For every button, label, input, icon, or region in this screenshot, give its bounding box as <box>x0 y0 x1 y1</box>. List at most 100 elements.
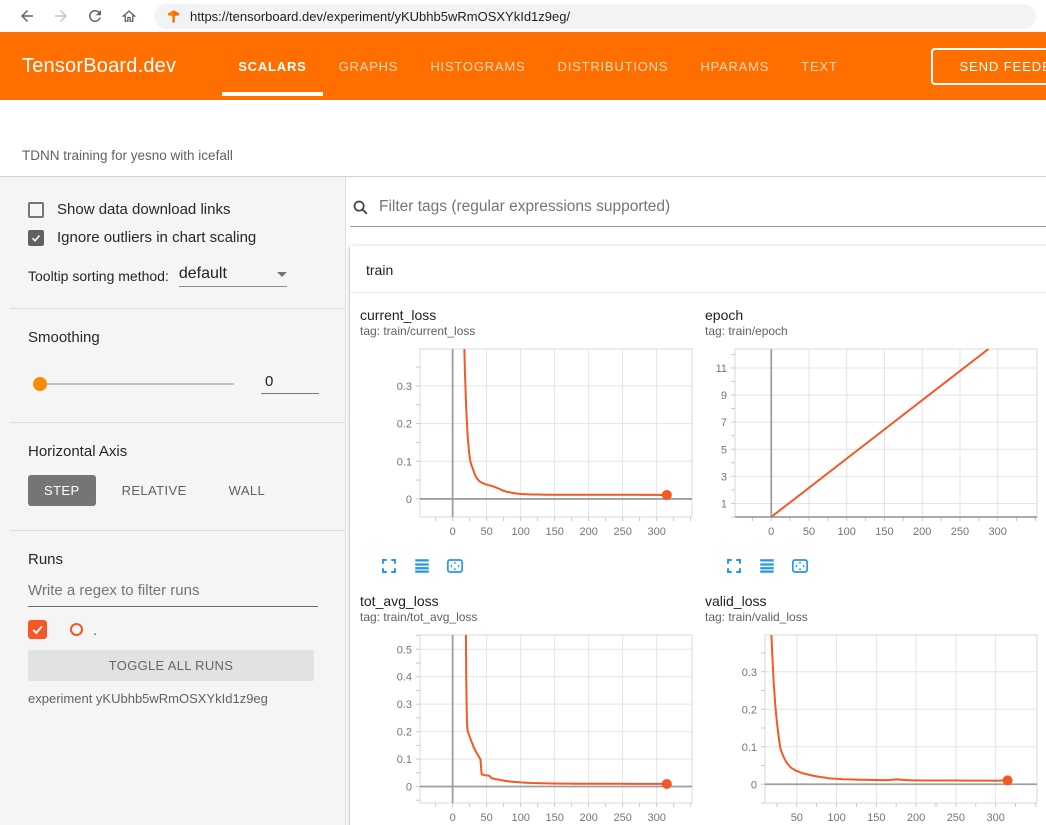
svg-text:100: 100 <box>838 526 856 538</box>
svg-text:50: 50 <box>803 526 815 538</box>
svg-text:300: 300 <box>989 526 1007 538</box>
svg-text:250: 250 <box>947 812 965 824</box>
svg-text:0.3: 0.3 <box>397 381 412 393</box>
chart-card: current_losstag: train/current_loss00.10… <box>356 307 696 577</box>
filter-tags-row[interactable]: Filter tags (regular expressions support… <box>350 177 1046 227</box>
expand-icon[interactable] <box>380 557 398 575</box>
run-row[interactable]: . <box>0 620 345 639</box>
show-download-links-checkbox[interactable] <box>28 202 44 218</box>
tab-graphs[interactable]: GRAPHS <box>323 32 415 100</box>
svg-text:9: 9 <box>721 390 727 402</box>
send-feedback-button[interactable]: SEND FEEDBACK <box>931 48 1046 85</box>
experiment-title-bar: TDNN training for yesno with icefall <box>0 100 1046 177</box>
wall-button[interactable]: WALL <box>213 475 282 506</box>
horizontal-axis-label: Horizontal Axis <box>0 443 345 460</box>
line-chart[interactable]: 00.10.20.350100150200250300 <box>701 629 1041 825</box>
tooltip-sorting-label: Tooltip sorting method: <box>28 268 169 284</box>
svg-text:0.3: 0.3 <box>397 699 412 711</box>
tab-distributions[interactable]: DISTRIBUTIONS <box>542 32 685 100</box>
app-header: TensorBoard.dev SCALARS GRAPHS HISTOGRAM… <box>0 32 1046 100</box>
tab-bar: SCALARS GRAPHS HISTOGRAMS DISTRIBUTIONS … <box>222 32 853 100</box>
chart-tag: tag: train/tot_avg_loss <box>360 610 696 624</box>
svg-text:150: 150 <box>867 812 885 824</box>
svg-text:50: 50 <box>481 812 493 824</box>
tab-text[interactable]: TEXT <box>785 32 853 100</box>
charts-grid: current_losstag: train/current_loss00.10… <box>350 293 1046 825</box>
log-scale-icon[interactable] <box>758 557 776 575</box>
relative-button[interactable]: RELATIVE <box>106 475 203 506</box>
tooltip-sorting-row: Tooltip sorting method: default <box>0 265 345 287</box>
smoothing-slider[interactable] <box>34 383 234 385</box>
line-chart[interactable]: 1357911050100150200250300 <box>701 343 1041 547</box>
tooltip-sorting-dropdown[interactable]: default <box>179 265 287 287</box>
app-logo: TensorBoard.dev <box>22 55 176 78</box>
line-chart[interactable]: 00.10.20.3050100150200250300 <box>356 343 696 547</box>
chart-title: epoch <box>705 307 1041 323</box>
svg-text:50: 50 <box>481 526 493 538</box>
svg-text:0: 0 <box>751 779 757 791</box>
log-scale-icon[interactable] <box>413 557 431 575</box>
check-icon <box>30 232 42 244</box>
svg-text:300: 300 <box>986 812 1004 824</box>
svg-text:0: 0 <box>450 526 456 538</box>
smoothing-slider-thumb[interactable] <box>33 377 47 391</box>
divider <box>10 422 345 423</box>
ignore-outliers-row[interactable]: Ignore outliers in chart scaling <box>0 229 345 246</box>
experiment-caption: experiment yKUbhb5wRmOSXYkId1z9eg <box>0 691 345 706</box>
run-checkbox[interactable] <box>28 620 47 639</box>
runs-regex-input[interactable]: Write a regex to filter runs <box>28 582 318 607</box>
svg-text:200: 200 <box>579 526 597 538</box>
search-icon <box>352 199 369 216</box>
divider <box>10 530 345 531</box>
chart-tag: tag: train/current_loss <box>360 324 696 338</box>
svg-text:50: 50 <box>791 812 803 824</box>
address-bar[interactable]: https://tensorboard.dev/experiment/yKUbh… <box>154 4 1036 29</box>
svg-text:200: 200 <box>579 812 597 824</box>
experiment-title: TDNN training for yesno with icefall <box>22 148 233 163</box>
ignore-outliers-checkbox[interactable] <box>28 230 44 246</box>
smoothing-label: Smoothing <box>0 329 345 346</box>
back-icon[interactable] <box>18 7 36 25</box>
browser-toolbar: https://tensorboard.dev/experiment/yKUbh… <box>0 0 1046 32</box>
svg-text:0.1: 0.1 <box>742 742 757 754</box>
check-icon <box>30 622 45 637</box>
svg-text:250: 250 <box>613 526 631 538</box>
svg-text:0: 0 <box>768 526 774 538</box>
run-color-icon <box>70 623 83 636</box>
svg-text:0.4: 0.4 <box>397 672 412 684</box>
svg-text:0.1: 0.1 <box>397 754 412 766</box>
fit-domain-icon[interactable] <box>791 557 809 575</box>
train-section-card: train current_losstag: train/current_los… <box>350 246 1046 825</box>
line-chart[interactable]: 00.10.20.30.40.5050100150200250300 <box>356 629 696 825</box>
expand-icon[interactable] <box>725 557 743 575</box>
svg-text:5: 5 <box>721 444 727 456</box>
svg-text:0.2: 0.2 <box>742 704 757 716</box>
toggle-all-runs-button[interactable]: TOGGLE ALL RUNS <box>28 650 314 681</box>
reload-icon[interactable] <box>86 7 104 25</box>
chart-title: tot_avg_loss <box>360 593 696 609</box>
fit-domain-icon[interactable] <box>446 557 464 575</box>
svg-text:7: 7 <box>721 417 727 429</box>
section-header-train[interactable]: train <box>350 246 1046 293</box>
svg-text:200: 200 <box>913 526 931 538</box>
show-download-links-row[interactable]: Show data download links <box>0 201 345 218</box>
svg-text:150: 150 <box>545 526 563 538</box>
smoothing-value-field[interactable]: 0 <box>261 373 319 394</box>
ignore-outliers-label: Ignore outliers in chart scaling <box>57 229 256 246</box>
svg-text:0.2: 0.2 <box>397 727 412 739</box>
svg-text:300: 300 <box>647 526 665 538</box>
forward-icon[interactable] <box>52 7 70 25</box>
divider <box>10 308 345 309</box>
step-button[interactable]: STEP <box>28 475 96 506</box>
tab-hparams[interactable]: HPARAMS <box>684 32 785 100</box>
chart-card: epochtag: train/epoch1357911050100150200… <box>701 307 1041 577</box>
home-icon[interactable] <box>120 7 138 25</box>
svg-text:300: 300 <box>647 812 665 824</box>
tab-scalars[interactable]: SCALARS <box>222 32 322 100</box>
filter-tags-input[interactable]: Filter tags (regular expressions support… <box>379 198 670 216</box>
svg-text:11: 11 <box>716 363 727 375</box>
tensorboard-favicon <box>166 9 181 24</box>
tab-histograms[interactable]: HISTOGRAMS <box>414 32 541 100</box>
chart-tag: tag: train/epoch <box>705 324 1041 338</box>
smoothing-slider-row: 0 <box>0 373 345 394</box>
